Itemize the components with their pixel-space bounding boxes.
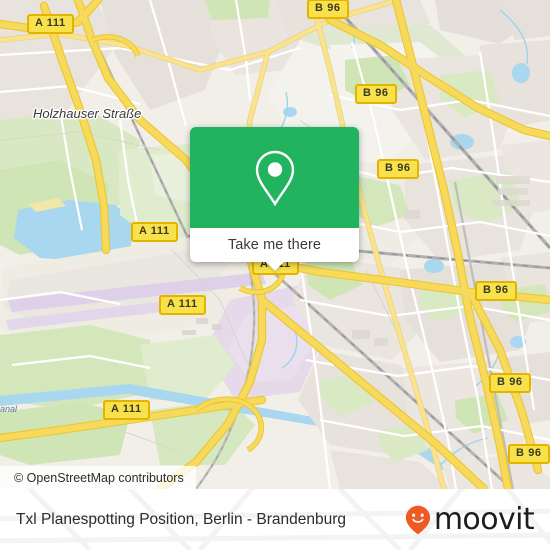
osm-attribution: © OpenStreetMap contributors <box>0 466 196 489</box>
moovit-logo: moovit <box>405 501 535 537</box>
popup-pointer-tail <box>264 261 285 271</box>
road-shield-a111: A 111 <box>27 14 74 34</box>
road-shield-a111: A 111 <box>103 400 150 420</box>
road-shield-b96: B 96 <box>508 444 550 464</box>
popup-footer[interactable]: Take me there <box>190 228 359 271</box>
take-me-there-button[interactable]: Take me there <box>228 237 321 253</box>
footer-bar: Txl Planespotting Position, Berlin - Bra… <box>0 489 550 550</box>
road-shield-b96: B 96 <box>475 281 517 301</box>
place-label-canal: anal <box>0 404 18 414</box>
page-title: Txl Planespotting Position, Berlin - Bra… <box>16 510 346 528</box>
osm-attribution-text: © OpenStreetMap contributors <box>14 470 184 485</box>
popup-header <box>190 127 359 228</box>
map-pin-icon <box>255 150 294 206</box>
road-shield-b96: B 96 <box>489 373 531 393</box>
road-shield-b96: B 96 <box>307 0 349 19</box>
place-label-holzhauser-strasse: Holzhauser Straße <box>33 106 142 121</box>
moovit-smiley-pin-icon <box>405 505 430 534</box>
moovit-map-screenshot: Holzhauser Straße anal A 111 B 96 B 96 B… <box>0 0 550 550</box>
road-shield-b96: B 96 <box>377 159 419 179</box>
road-shield-a111: A 111 <box>131 222 178 242</box>
road-shield-a111: A 111 <box>159 295 206 315</box>
road-shield-b96: B 96 <box>355 84 397 104</box>
location-popup[interactable]: Take me there <box>190 127 359 271</box>
moovit-wordmark: moovit <box>433 501 535 537</box>
